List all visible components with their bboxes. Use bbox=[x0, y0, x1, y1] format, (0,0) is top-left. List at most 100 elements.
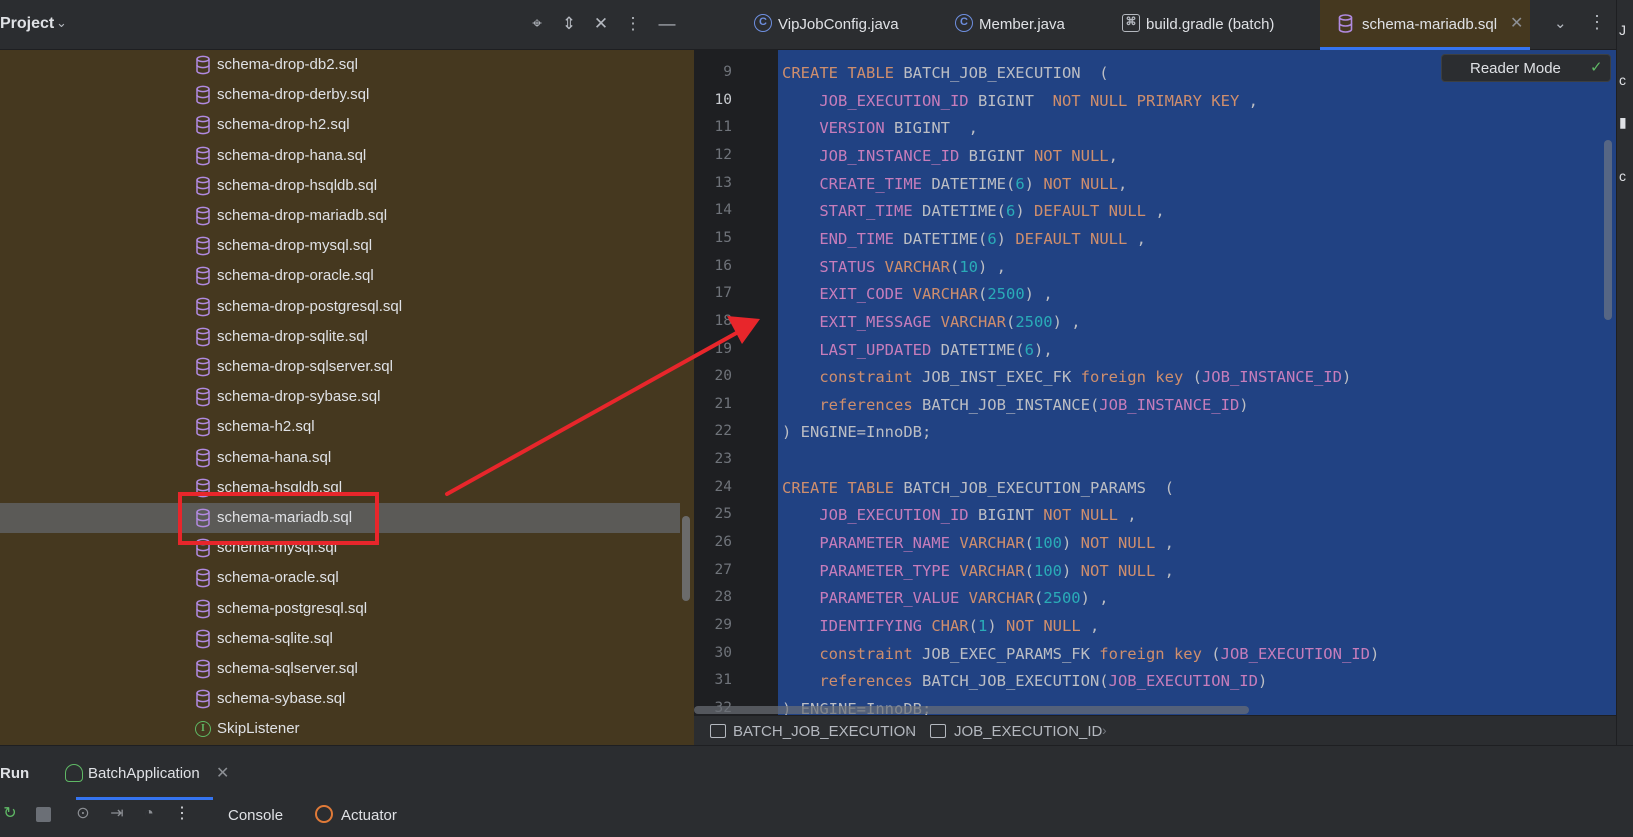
tree-item[interactable]: schema-sqlite.sql bbox=[0, 624, 680, 654]
expand-all-icon[interactable]: ⇕ bbox=[558, 12, 580, 36]
rerun-icon[interactable]: ↻ bbox=[0, 804, 20, 824]
code-line: VERSION BIGINT , bbox=[782, 119, 978, 137]
code-token: VARCHAR bbox=[949, 561, 1025, 580]
reader-mode-toggle[interactable]: Reader Mode ✓ bbox=[1441, 54, 1611, 82]
chevron-right-icon: › bbox=[1102, 722, 1107, 738]
tree-item[interactable]: I SkipListener bbox=[0, 714, 680, 744]
tree-item[interactable]: schema-drop-hsqldb.sql bbox=[0, 171, 680, 201]
check-icon: ✓ bbox=[1590, 59, 1603, 76]
interface-icon: I bbox=[195, 721, 211, 738]
code-token: NOT NULL bbox=[1033, 146, 1109, 165]
code-token: , bbox=[1239, 91, 1258, 110]
tree-item[interactable]: schema-drop-derby.sql bbox=[0, 80, 680, 110]
code-token: 2500 bbox=[1043, 589, 1081, 608]
run-config-tab[interactable]: BatchApplication ✕ bbox=[63, 759, 233, 789]
hide-icon[interactable]: — bbox=[656, 12, 678, 36]
code-line: EXIT_CODE VARCHAR(2500) , bbox=[782, 285, 1052, 304]
editor-tab-bar: C VipJobConfig.java C Member.java ⌘ buil… bbox=[694, 0, 1616, 50]
line-number: 24 bbox=[714, 478, 732, 495]
code-token: JOB_EXECUTION_ID bbox=[782, 506, 969, 525]
chevron-down-icon[interactable]: ⌄ bbox=[56, 15, 67, 31]
run-tab-label: BatchApplication bbox=[88, 765, 200, 782]
tree-item[interactable]: schema-sybase.sql bbox=[0, 684, 680, 714]
code-token: CREATE TABLE bbox=[782, 64, 904, 82]
editor-vertical-scrollbar[interactable] bbox=[1604, 140, 1612, 320]
tree-item[interactable]: schema-drop-mysql.sql bbox=[0, 231, 680, 261]
more-icon[interactable]: ⋮ bbox=[172, 804, 192, 824]
tab-vipjobconfig[interactable]: C VipJobConfig.java bbox=[754, 0, 924, 50]
tree-item[interactable]: schema-drop-mariadb.sql bbox=[0, 201, 680, 231]
coverage-icon[interactable]: ◔ bbox=[139, 804, 159, 824]
line-number: 23 bbox=[714, 451, 732, 468]
database-file-icon bbox=[196, 629, 210, 649]
run-title: Run bbox=[0, 765, 30, 782]
tree-item-label: schema-drop-oracle.sql bbox=[217, 267, 374, 285]
database-file-icon bbox=[196, 689, 210, 709]
tool-window-icon[interactable]: c bbox=[1619, 72, 1626, 88]
code-line: PARAMETER_NAME VARCHAR(100) NOT NULL , bbox=[782, 534, 1174, 552]
tree-scrollbar[interactable] bbox=[682, 516, 690, 601]
code-editor[interactable]: CREATE TABLE BATCH_JOB_EXECUTION ( JOB_E… bbox=[778, 50, 1616, 715]
screenshot-icon[interactable]: ⊙ bbox=[73, 804, 93, 824]
line-number: 25 bbox=[714, 506, 732, 523]
class-icon: C bbox=[754, 14, 772, 32]
code-token: ( bbox=[1024, 534, 1034, 553]
tab-member[interactable]: C Member.java bbox=[955, 0, 1095, 50]
code-token: 10 bbox=[959, 257, 978, 276]
code-token: , bbox=[1127, 229, 1146, 248]
project-panel: Project ⌄ ⌖ ⇕ ✕ ⋮ — schema-drop-db2.sql s… bbox=[0, 0, 694, 745]
project-title[interactable]: Project bbox=[0, 15, 54, 33]
tab-console[interactable]: Console bbox=[228, 807, 283, 824]
code-token: ( bbox=[1005, 312, 1016, 331]
line-number: 9 bbox=[723, 64, 732, 80]
tab-schema-mariadb[interactable]: schema-mariadb.sql bbox=[1320, 0, 1530, 50]
close-icon[interactable]: ✕ bbox=[216, 763, 229, 783]
editor-horizontal-scrollbar[interactable] bbox=[694, 706, 1249, 714]
tree-item[interactable]: schema-drop-postgresql.sql bbox=[0, 292, 680, 322]
tab-build-gradle[interactable]: ⌘ build.gradle (batch) bbox=[1122, 0, 1312, 50]
more-icon[interactable]: ⋮ bbox=[1588, 12, 1606, 33]
tree-item[interactable]: schema-drop-sqlite.sql bbox=[0, 322, 680, 352]
code-line: START_TIME DATETIME(6) DEFAULT NULL , bbox=[782, 202, 1164, 220]
code-line: ) ENGINE=InnoDB; bbox=[782, 423, 931, 441]
tab-actuator[interactable]: Actuator bbox=[341, 807, 397, 824]
database-file-icon bbox=[196, 357, 210, 377]
code-token: CHAR bbox=[921, 617, 969, 635]
tree-item[interactable]: schema-sqlserver.sql bbox=[0, 654, 680, 684]
code-token: foreign key bbox=[1080, 368, 1184, 387]
tree-item[interactable]: schema-drop-sybase.sql bbox=[0, 382, 680, 412]
annotation-highlight-box bbox=[178, 492, 379, 545]
code-token: PARAMETER_NAME bbox=[782, 534, 950, 553]
chevron-down-icon[interactable]: ⌄ bbox=[1554, 14, 1567, 32]
tree-item[interactable]: schema-drop-hana.sql bbox=[0, 141, 680, 171]
tree-item[interactable]: schema-oracle.sql bbox=[0, 563, 680, 593]
code-token: CREATE TABLE bbox=[782, 478, 904, 497]
spring-boot-icon bbox=[65, 764, 83, 782]
locate-icon[interactable]: ⌖ bbox=[526, 12, 548, 36]
tree-item[interactable]: schema-drop-sqlserver.sql bbox=[0, 352, 680, 382]
breadcrumb-item-table[interactable]: BATCH_JOB_EXECUTION bbox=[733, 723, 916, 740]
options-icon[interactable]: ⋮ bbox=[622, 12, 644, 36]
tool-window-icon[interactable]: ▮ bbox=[1619, 114, 1627, 131]
breadcrumb-item-column[interactable]: JOB_EXECUTION_ID bbox=[954, 723, 1102, 740]
tree-item[interactable]: schema-hana.sql bbox=[0, 443, 680, 473]
line-number: 12 bbox=[714, 146, 732, 163]
tree-item[interactable]: schema-drop-oracle.sql bbox=[0, 261, 680, 291]
database-file-icon bbox=[196, 659, 210, 679]
stop-icon[interactable] bbox=[36, 807, 51, 822]
tree-item[interactable]: schema-postgresql.sql bbox=[0, 594, 680, 624]
tool-window-icon[interactable]: c bbox=[1619, 168, 1626, 184]
code-token: PARAMETER_TYPE bbox=[782, 561, 950, 580]
collapse-all-icon[interactable]: ✕ bbox=[590, 12, 612, 36]
exit-icon[interactable]: ⇥ bbox=[107, 804, 127, 824]
code-line: PARAMETER_TYPE VARCHAR(100) NOT NULL , bbox=[782, 562, 1174, 580]
code-token: ( bbox=[977, 285, 988, 304]
tree-item[interactable]: schema-drop-h2.sql bbox=[0, 110, 680, 140]
database-file-icon bbox=[196, 55, 210, 75]
code-token: END_TIME bbox=[782, 229, 894, 248]
close-icon[interactable]: ✕ bbox=[1510, 13, 1523, 33]
tree-item[interactable]: schema-drop-db2.sql bbox=[0, 50, 680, 80]
code-token: ) , bbox=[1080, 589, 1109, 608]
tool-window-icon[interactable]: J bbox=[1619, 22, 1626, 38]
tree-item[interactable]: schema-h2.sql bbox=[0, 412, 680, 442]
